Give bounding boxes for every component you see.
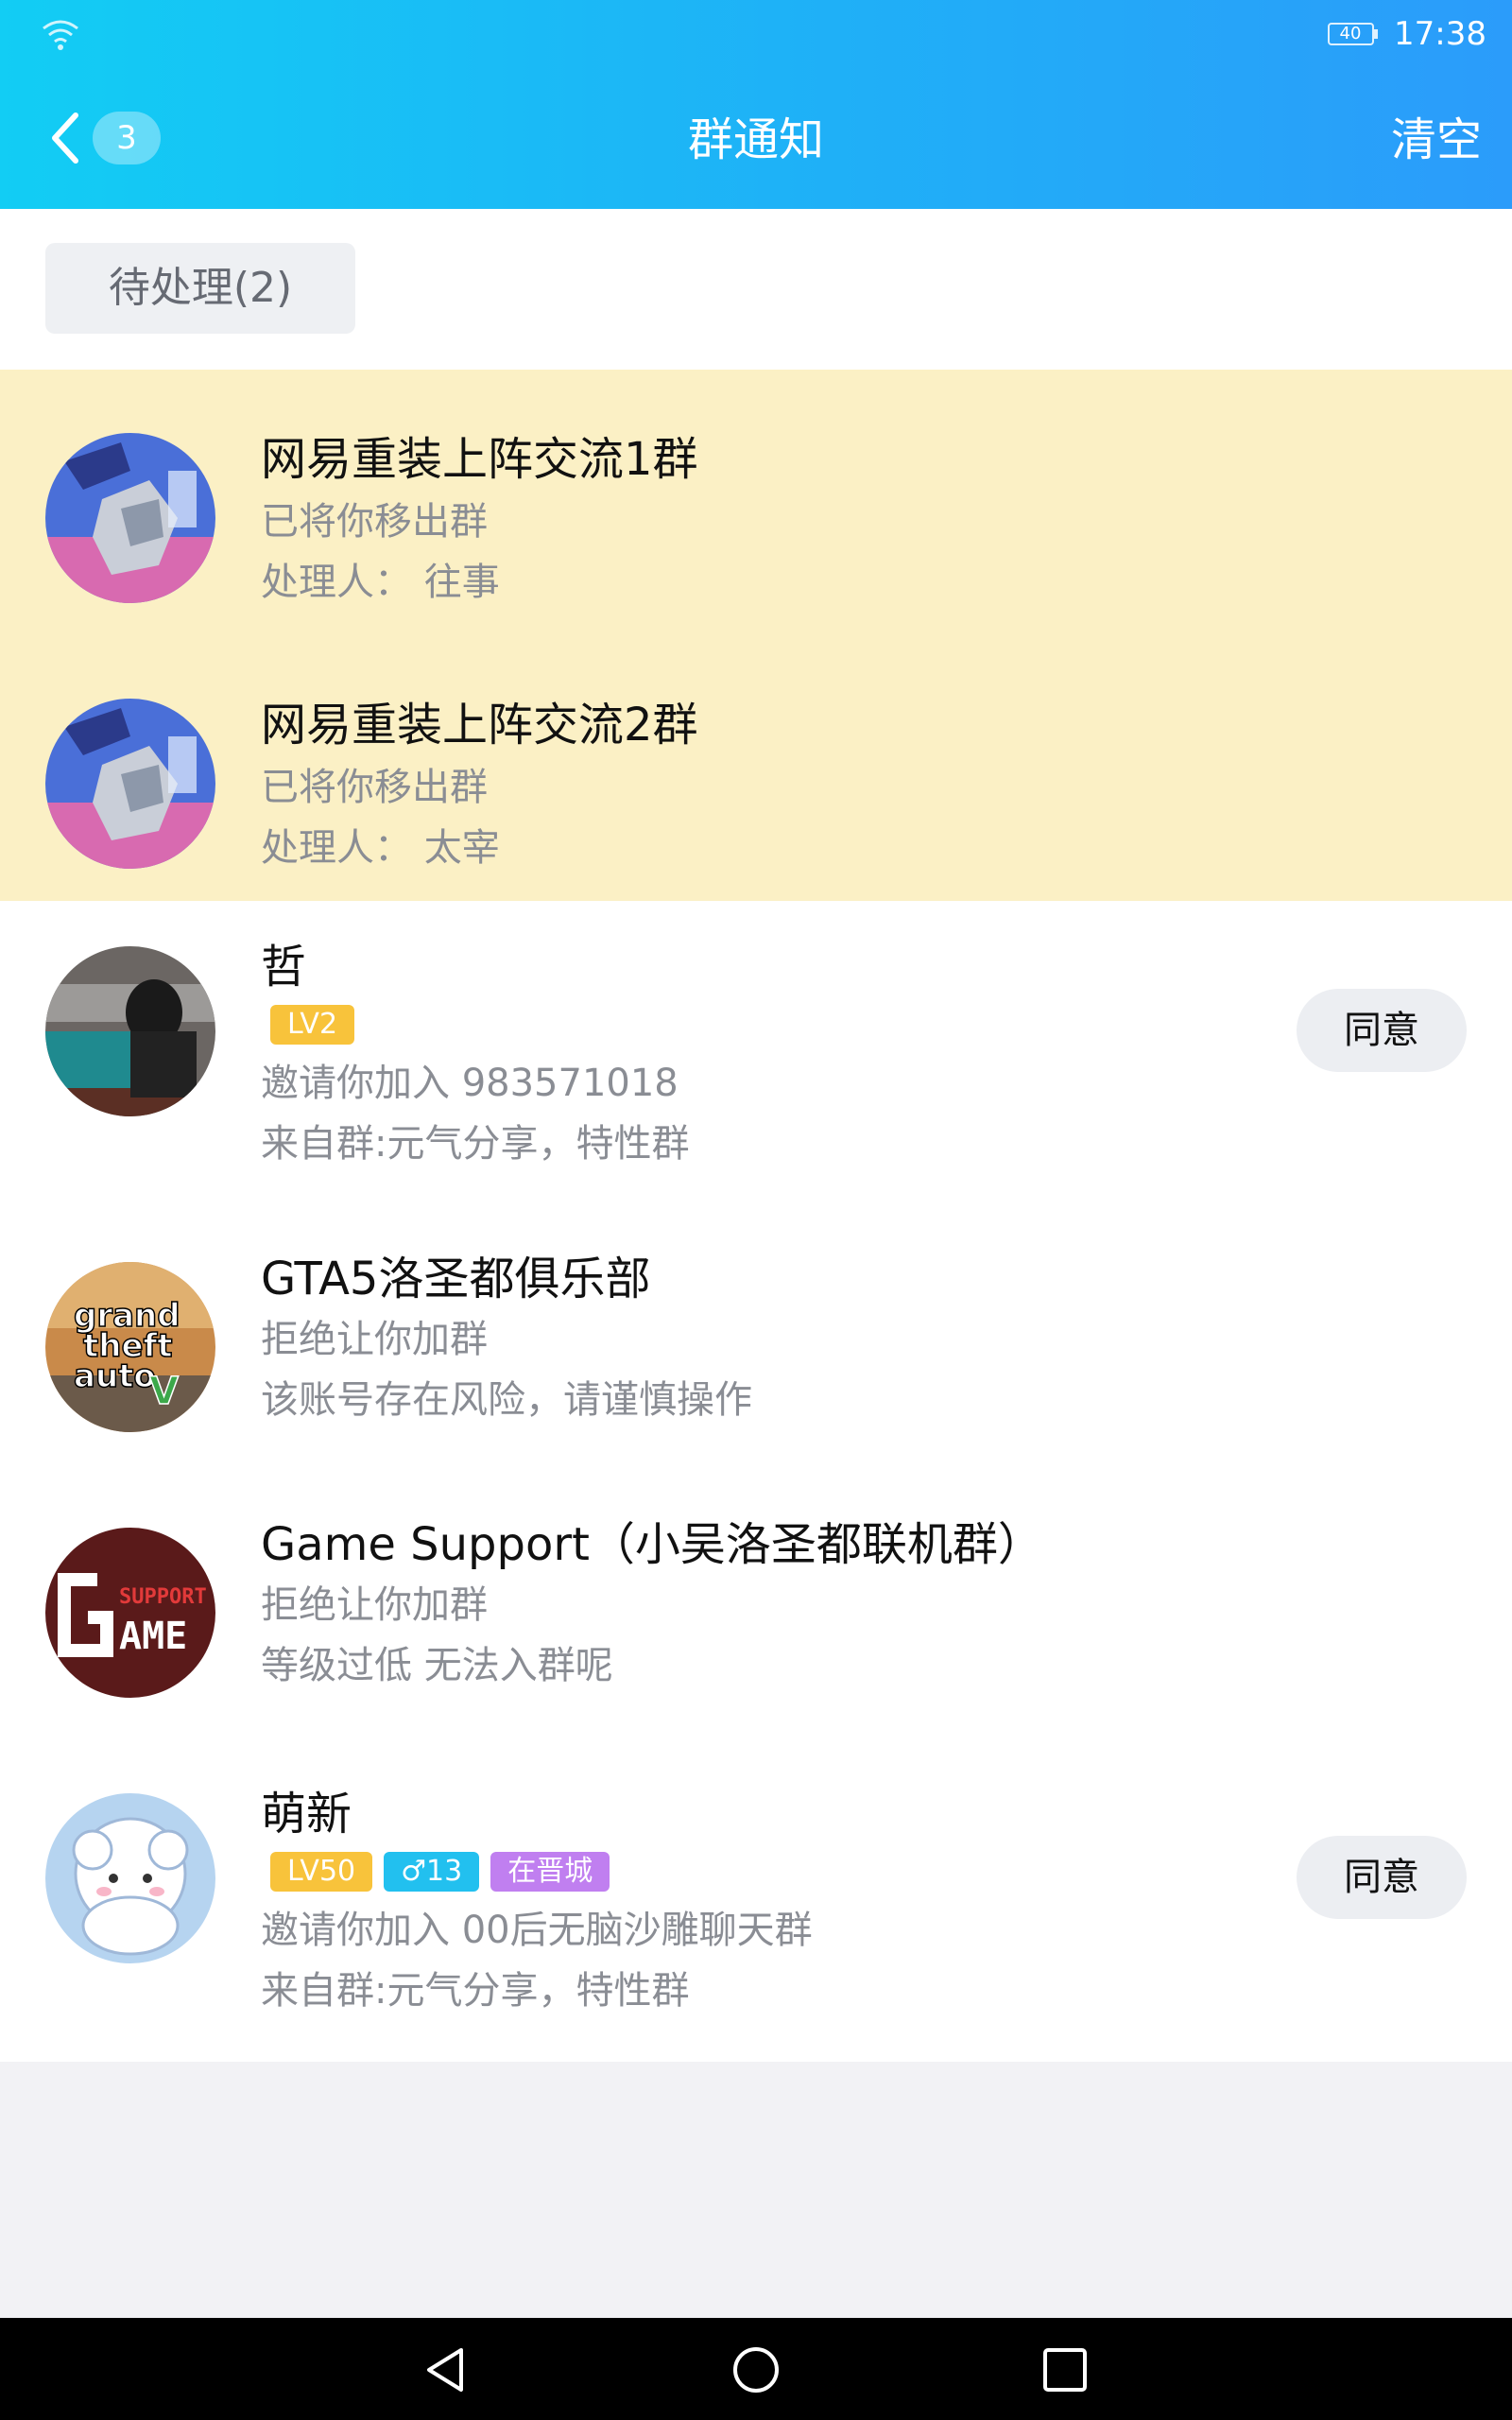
list-item[interactable]: 哲 LV2 邀请你加入 983571018 来自群:元气分享，特性群 同意 (0, 937, 1512, 1220)
notification-list: 待处理(2) 网易重装上阵交流1群 已将你移出群 处理人： 往事 网易重装上阵交… (0, 209, 1512, 2062)
gta-avatar-word-auto: auto (74, 1357, 156, 1395)
battery-icon: 40 (1328, 23, 1379, 45)
source-group-text: 来自群:元气分享，特性群 (261, 1122, 690, 1166)
item-title: 网易重装上阵交流2群 (261, 699, 698, 752)
status-time: 17:38 (1394, 15, 1486, 53)
invite-text: 邀请你加入 983571018 (261, 1062, 679, 1105)
item-detail: 处理人： 往事 (261, 561, 500, 604)
app-root: 40 17:38 3 群通知 清空 待处理(2) 网易重装上阵交流1群 已将你移… (0, 0, 1512, 2420)
item-detail: 处理人： 太宰 (261, 826, 500, 870)
item-title: Game Support（小吴洛圣都联机群） (261, 1518, 1043, 1571)
game-support-avatar: SUPPORT AME (45, 1528, 215, 1698)
item-detail: 等级过低 无法入群呢 (261, 1644, 613, 1687)
item-status: 拒绝让你加群 (261, 1318, 488, 1361)
user-tags: LV2 (270, 1005, 355, 1045)
list-item[interactable]: 萌新 LV50 ♂13 在晋城 邀请你加入 00后无脑沙雕聊天群 来自群:元气分… (0, 1784, 1512, 2058)
level-tag: LV2 (270, 1005, 355, 1045)
billiards-photo-avatar (45, 946, 215, 1116)
gta-logo-avatar: grand theft auto V (45, 1262, 215, 1432)
filter-bar: 待处理(2) (0, 209, 1512, 370)
user-tags: LV50 ♂13 在晋城 (270, 1852, 610, 1892)
pending-filter-chip[interactable]: 待处理(2) (45, 243, 355, 334)
battery-level: 40 (1339, 24, 1362, 43)
agree-button[interactable]: 同意 (1297, 989, 1467, 1072)
header: 40 17:38 3 群通知 清空 (0, 0, 1512, 209)
list-item[interactable]: grand theft auto V GTA5洛圣都俱乐部 拒绝让你加群 该账号… (0, 1249, 1512, 1495)
game-support-avatar-bottom: AME (119, 1615, 187, 1658)
recents-square-icon[interactable] (1040, 2344, 1091, 2395)
gta-avatar-numeral: V (149, 1370, 179, 1413)
gender-age-tag: ♂13 (384, 1852, 480, 1892)
mech-robot-avatar (45, 699, 215, 869)
item-status: 拒绝让你加群 (261, 1583, 488, 1627)
home-circle-icon[interactable] (730, 2344, 782, 2395)
invite-text: 邀请你加入 00后无脑沙雕聊天群 (261, 1909, 813, 1952)
item-status: 已将你移出群 (261, 766, 488, 809)
clear-button[interactable]: 清空 (1391, 106, 1482, 174)
list-item[interactable]: 网易重装上阵交流2群 已将你移出群 处理人： 太宰 (0, 670, 1512, 916)
navigation-bar (0, 2318, 1512, 2420)
sheep-cartoon-avatar (45, 1793, 215, 1963)
item-title: 萌新 (261, 1788, 352, 1841)
back-triangle-icon[interactable] (420, 2344, 471, 2395)
game-support-avatar-top: SUPPORT (119, 1585, 207, 1609)
level-tag: LV50 (270, 1852, 373, 1892)
item-title: 网易重装上阵交流1群 (261, 433, 698, 486)
item-title: GTA5洛圣都俱乐部 (261, 1253, 651, 1305)
page-title: 群通知 (687, 113, 824, 166)
source-group-text: 来自群:元气分享，特性群 (261, 1969, 690, 2013)
wifi-icon (43, 20, 78, 50)
item-status: 已将你移出群 (261, 500, 488, 544)
location-tag: 在晋城 (490, 1852, 610, 1892)
list-item[interactable]: 网易重装上阵交流1群 已将你移出群 处理人： 往事 (0, 405, 1512, 650)
list-item[interactable]: SUPPORT AME Game Support（小吴洛圣都联机群） 拒绝让你加… (0, 1514, 1512, 1760)
mech-robot-avatar (45, 433, 215, 603)
agree-button[interactable]: 同意 (1297, 1836, 1467, 1919)
status-bar: 40 17:38 (0, 0, 1512, 68)
item-detail: 该账号存在风险，请谨慎操作 (261, 1378, 752, 1422)
item-title: 哲 (261, 941, 307, 994)
